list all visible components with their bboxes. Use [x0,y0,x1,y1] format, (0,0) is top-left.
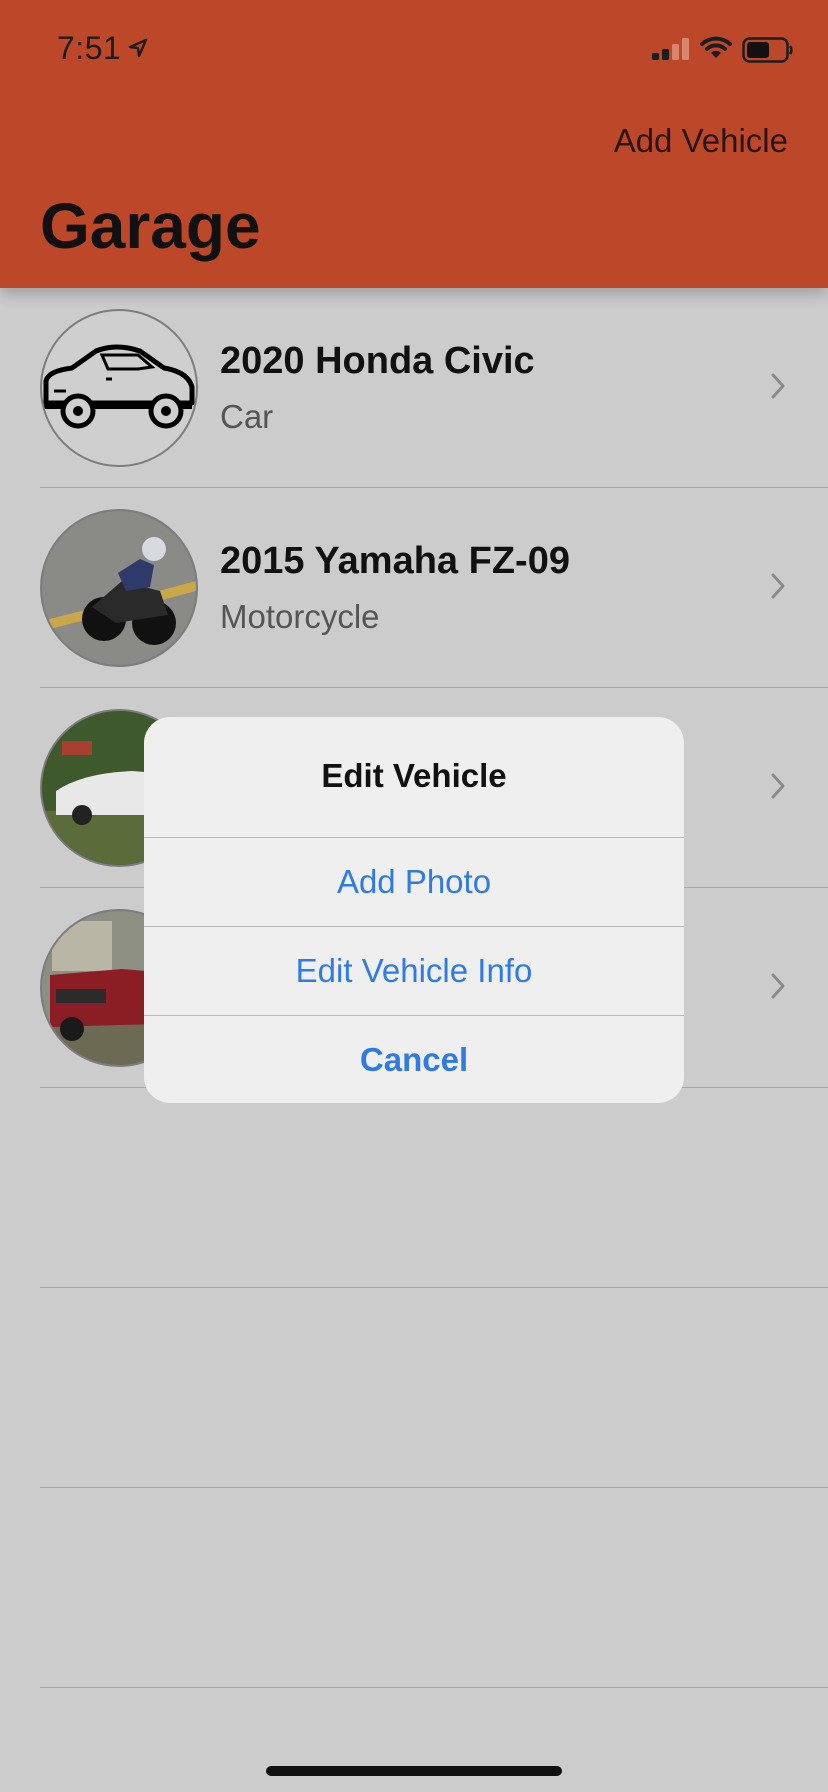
vehicle-photo-motorcycle [40,509,198,667]
home-indicator[interactable] [266,1766,562,1776]
vehicle-title: 2020 Honda Civic [220,340,535,382]
battery-icon [742,37,793,63]
vehicle-thumbnail [40,309,198,467]
page-title: Garage [40,190,261,262]
vehicle-row-honda-civic[interactable]: 2020 Honda Civic Car [0,288,828,488]
vehicle-type: Motorcycle [220,598,380,635]
vehicle-type: Car [220,398,274,435]
alert-title: Edit Vehicle [321,757,507,794]
edit-vehicle-alert: Edit Vehicle Add Photo Edit Vehicle Info… [144,717,684,1103]
empty-row [0,1288,828,1488]
chevron-right-icon [771,573,785,599]
vehicle-row-yamaha-fz09[interactable]: 2015 Yamaha FZ-09 Motorcycle [0,488,828,688]
motorcycle-photo-icon [42,511,196,665]
navigation-header: 7:51 Add Vehicle Garage [0,0,828,288]
empty-row [0,1488,828,1688]
vehicle-title: 2015 Yamaha FZ-09 [220,540,570,582]
empty-row [0,1088,828,1288]
chevron-right-icon [771,773,785,799]
add-vehicle-button[interactable]: Add Vehicle [614,122,788,160]
wifi-icon [700,36,732,58]
edit-vehicle-info-button[interactable]: Edit Vehicle Info [144,926,684,1015]
cancel-button[interactable]: Cancel [144,1015,684,1103]
location-arrow-icon [128,38,148,58]
cellular-signal-icon [652,38,689,60]
chevron-right-icon [771,373,785,399]
chevron-right-icon [771,973,785,999]
status-time: 7:51 [57,30,122,66]
row-separator [40,1687,828,1688]
add-photo-button[interactable]: Add Photo [144,837,684,926]
car-icon [43,344,195,429]
